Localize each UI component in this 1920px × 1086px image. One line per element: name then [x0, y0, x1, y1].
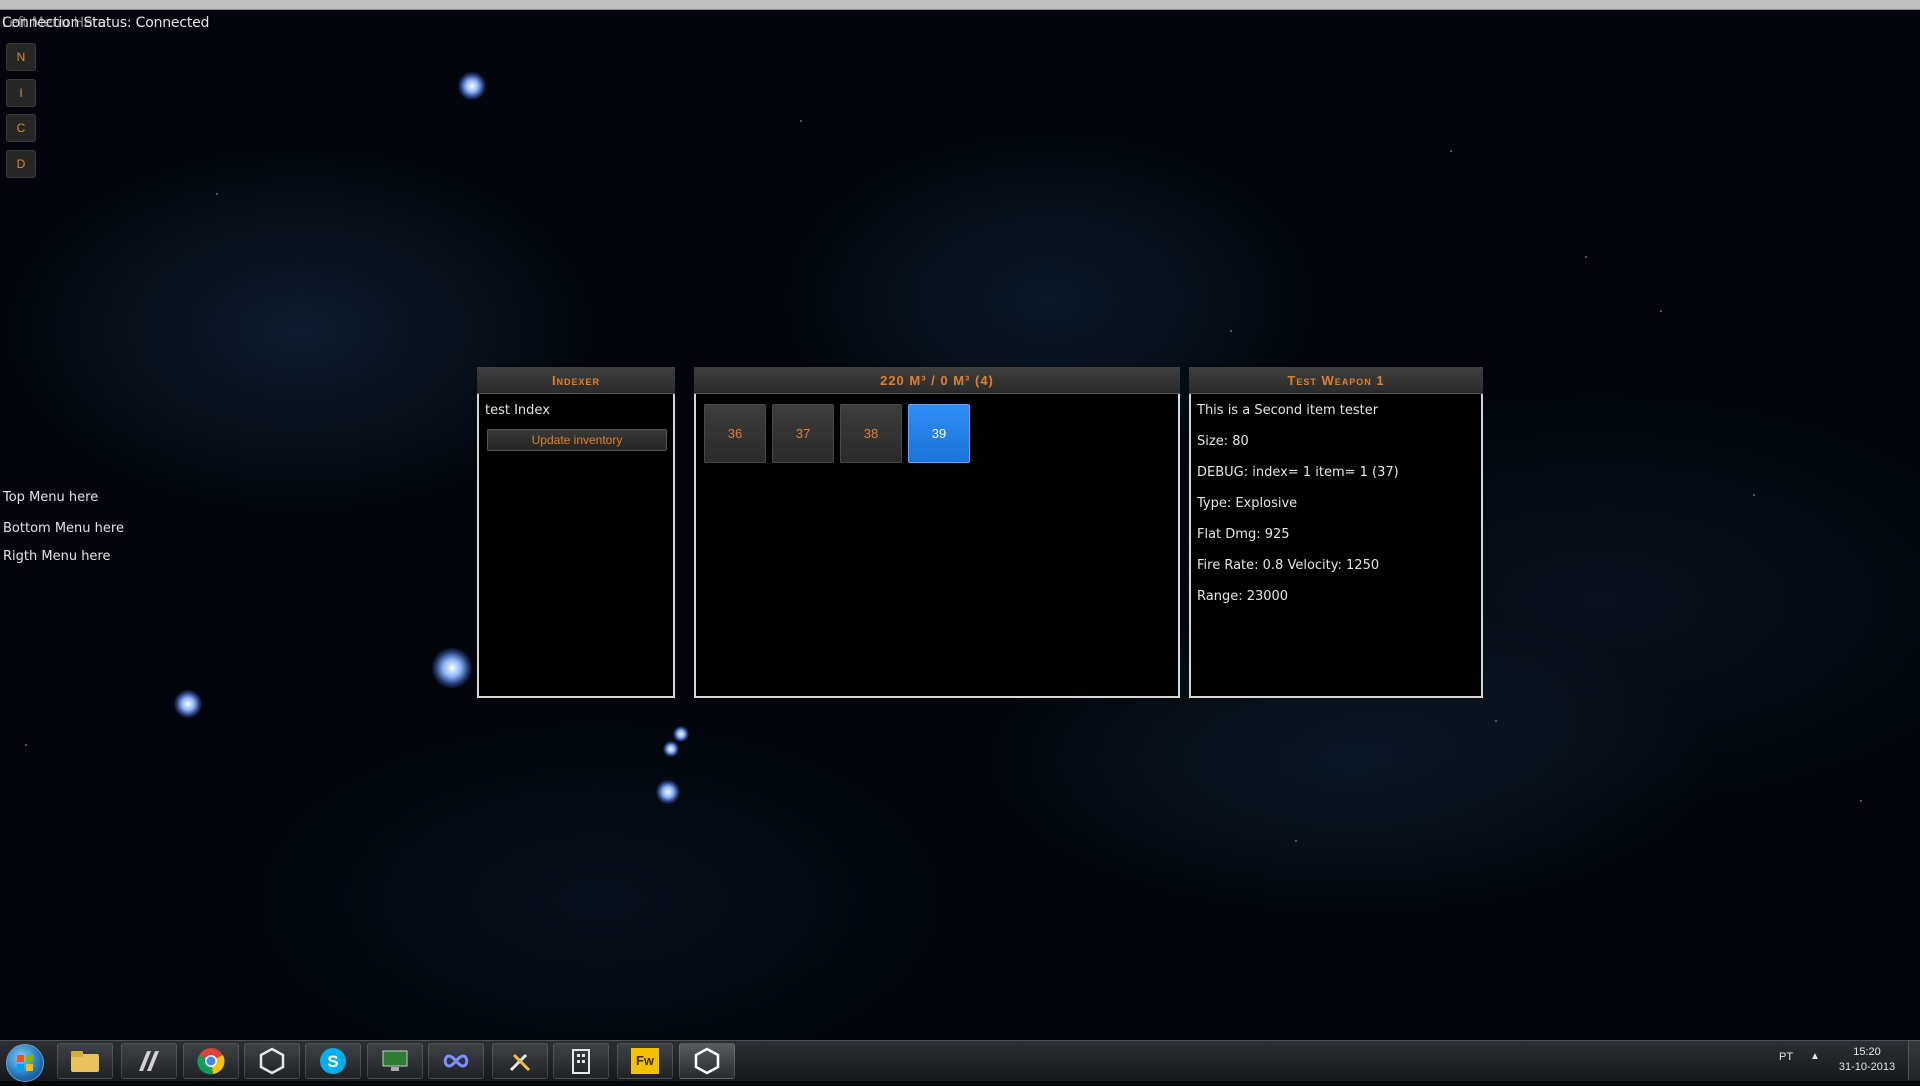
weapon-flat-dmg: Flat Dmg: 925 [1197, 527, 1290, 542]
app-a-icon[interactable] [121, 1043, 177, 1079]
building-icon[interactable] [553, 1043, 609, 1079]
clock[interactable]: 15:20 31-10-2013 [1832, 1045, 1902, 1075]
skype-letter: S [327, 1052, 338, 1071]
clock-date: 31-10-2013 [1838, 1061, 1896, 1073]
weapon-type: Type: Explosive [1197, 496, 1298, 511]
window-title-bar [0, 0, 1920, 10]
inventory-capacity-title: 220 M³ / 0 M³ (4) [694, 367, 1180, 394]
chrome-icon[interactable] [183, 1043, 239, 1079]
bottom-menu-label: Bottom Menu here [3, 521, 124, 536]
right-menu-label: Rigth Menu here [3, 549, 111, 564]
left-menu-overlay-text: Left Menu Here [2, 15, 107, 31]
fireworks-icon[interactable]: Fw [617, 1043, 673, 1079]
skype-icon[interactable]: S [305, 1043, 361, 1079]
windows-logo-icon [17, 1055, 33, 1071]
left-button-i[interactable]: I [6, 79, 36, 107]
tools-icon[interactable] [492, 1043, 548, 1079]
indexer-panel: Indexer test Index Update inventory [477, 367, 675, 698]
weapon-debug: DEBUG: index= 1 item= 1 (37) [1197, 465, 1399, 480]
inventory-panel: 220 M³ / 0 M³ (4) 36 37 38 39 [694, 367, 1180, 698]
start-button[interactable] [6, 1044, 44, 1082]
taskbar: S Fw [0, 1040, 1920, 1082]
folder-icon[interactable] [57, 1043, 113, 1079]
show-desktop-button[interactable] [1908, 1040, 1920, 1080]
weapon-description: This is a Second item tester [1197, 403, 1379, 418]
clock-time: 15:20 [1853, 1046, 1881, 1058]
inventory-slot-39[interactable]: 39 [908, 404, 970, 463]
update-inventory-button[interactable]: Update inventory [487, 429, 667, 451]
inventory-slot-37[interactable]: 37 [772, 404, 834, 463]
indexer-text: test Index [485, 403, 550, 418]
top-menu-label: Top Menu here [3, 490, 99, 505]
weapon-size: Size: 80 [1197, 434, 1249, 449]
language-indicator[interactable]: PT [1779, 1051, 1793, 1063]
unity-active-icon[interactable] [679, 1043, 735, 1079]
left-button-c[interactable]: C [6, 114, 36, 142]
inventory-slot-36[interactable]: 36 [704, 404, 766, 463]
connection-status: Connection Status: Connected Left Menu H… [2, 15, 209, 31]
tray-expand-icon[interactable]: ▲ [1810, 1051, 1820, 1062]
weapon-range: Range: 23000 [1197, 589, 1289, 604]
fireworks-label: Fw [631, 1048, 659, 1074]
weapon-fire-rate: Fire Rate: 0.8 Velocity: 1250 [1197, 558, 1380, 573]
inventory-slot-38[interactable]: 38 [840, 404, 902, 463]
indexer-title: Indexer [477, 367, 675, 394]
monitor-icon[interactable] [367, 1043, 423, 1079]
weapon-title: Test Weapon 1 [1189, 367, 1483, 394]
weapon-info-panel: Test Weapon 1 This is a Second item test… [1189, 367, 1483, 698]
infinity-icon[interactable] [428, 1043, 484, 1079]
left-button-d[interactable]: D [6, 150, 36, 178]
left-button-n[interactable]: N [6, 43, 36, 71]
unity-icon[interactable] [244, 1043, 300, 1079]
